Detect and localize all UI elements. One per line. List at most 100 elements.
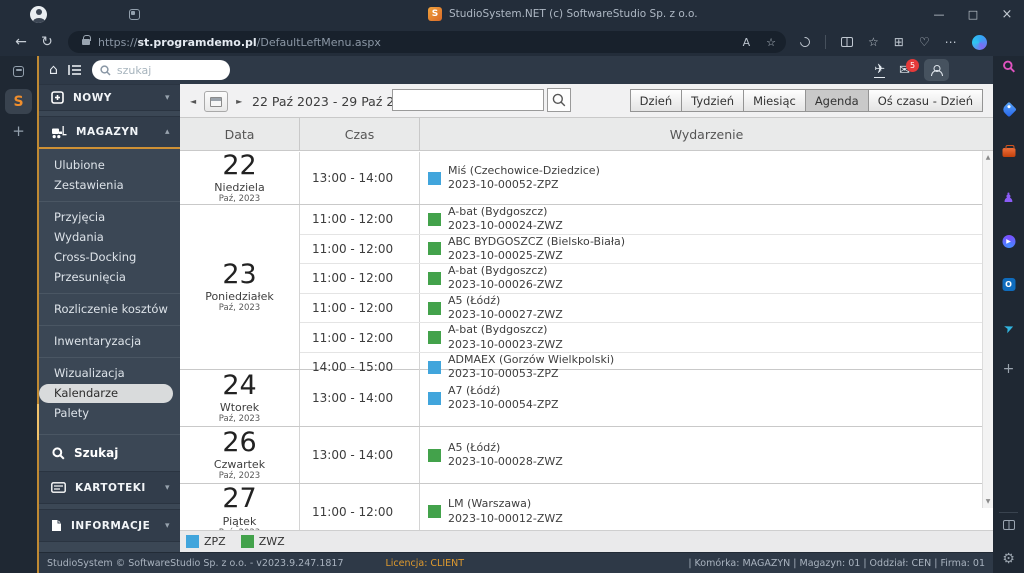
next-period-icon[interactable]: ► bbox=[234, 97, 244, 106]
user-account-button[interactable] bbox=[924, 59, 949, 81]
day-events: 13:00 - 14:00 A5 (Łódź) 2023-10-00028-ZWZ bbox=[300, 427, 993, 483]
view-button-dzie[interactable]: Dzień bbox=[629, 89, 683, 112]
global-search[interactable] bbox=[91, 60, 230, 80]
event-text: A-bat (Bydgoszcz) 2023-10-00023-ZWZ bbox=[448, 323, 563, 352]
menu-separator bbox=[39, 325, 180, 326]
refresh-icon[interactable]: ↻ bbox=[34, 34, 60, 50]
sidebar-item-przesuni-cia[interactable]: Przesunięcia bbox=[39, 268, 180, 287]
back-icon[interactable]: ← bbox=[8, 34, 34, 50]
date-cell: 22 Niedziela Paź, 2023 bbox=[180, 152, 300, 204]
more-menu-icon[interactable]: ⋯ bbox=[945, 35, 957, 49]
close-button[interactable]: × bbox=[990, 0, 1024, 28]
event-search-button[interactable] bbox=[547, 88, 571, 112]
sidebar-item-inwentaryzacja[interactable]: Inwentaryzacja bbox=[39, 332, 180, 351]
sidebar-item-cross-docking[interactable]: Cross-Docking bbox=[39, 248, 180, 267]
sidebar-section-nowy[interactable]: NOWY ▾ bbox=[39, 84, 180, 111]
browser-tab[interactable]: S StudioSystem.NET (c) SoftwareStudio Sp… bbox=[428, 7, 698, 21]
agenda-event-row[interactable]: 11:00 - 12:00 A5 (Łódź) 2023-10-00027-ZWZ bbox=[300, 293, 993, 324]
add-sidebar-app-icon[interactable]: + bbox=[1003, 361, 1015, 377]
agenda-event-row[interactable]: 13:00 - 14:00 A7 (Łódź) 2023-10-00054-ZPZ bbox=[300, 370, 993, 426]
date-picker-button[interactable] bbox=[204, 91, 229, 112]
shopping-icon[interactable] bbox=[1000, 101, 1017, 118]
workspace-icon[interactable] bbox=[129, 8, 140, 20]
event-cell: A-bat (Bydgoszcz) 2023-10-00023-ZWZ bbox=[420, 323, 993, 352]
sidebar-panel-icon[interactable] bbox=[1002, 520, 1015, 530]
tab-list-icon[interactable] bbox=[13, 66, 24, 77]
copilot-icon[interactable] bbox=[971, 34, 987, 50]
outlook-icon[interactable]: O bbox=[1002, 278, 1015, 291]
sidebar-item-zestawienia[interactable]: Zestawienia bbox=[39, 176, 180, 195]
sidebar-item-rozliczenie-koszt-w[interactable]: Rozliczenie kosztów bbox=[39, 300, 180, 319]
date-my: Paź, 2023 bbox=[218, 194, 261, 205]
sidebar-item-wydania[interactable]: Wydania bbox=[39, 228, 180, 247]
agenda-event-row[interactable]: 11:00 - 12:00 LM (Warszawa) 2023-10-00012-… bbox=[300, 484, 993, 530]
sidebar-item-kalendarze[interactable]: Kalendarze bbox=[39, 384, 173, 403]
agenda-event-row[interactable]: 13:00 - 14:00 Miś (Czechowice-Dziedzice) 2… bbox=[300, 152, 993, 204]
context-info-text: | Komórka: MAGAZYN | Magazyn: 01 | Oddzi… bbox=[688, 557, 985, 569]
calendar-panel: ◄ ► 22 Paź 2023 - 29 Paź 2023 Dzień Tydzi… bbox=[180, 84, 993, 552]
event-cell: A7 (Łódź) 2023-10-00054-ZPZ bbox=[420, 370, 993, 426]
event-title: A-bat (Bydgoszcz) bbox=[448, 205, 548, 218]
scroll-up-icon[interactable]: ▲ bbox=[986, 151, 991, 164]
legend-color-icon bbox=[186, 535, 199, 548]
agenda-event-row[interactable]: 11:00 - 12:00 A-bat (Bydgoszcz) 2023-10-00… bbox=[300, 323, 993, 353]
sidebar-section-magazyn[interactable]: MAGAZYN ▴ bbox=[39, 116, 180, 149]
sidebar-section-kartoteki[interactable]: KARTOTEKI ▾ bbox=[39, 471, 180, 504]
favorite-star-icon[interactable]: ☆ bbox=[766, 36, 776, 49]
copyright-version-text: StudioSystem © SoftwareStudio Sp. z o.o.… bbox=[47, 557, 344, 569]
extensions-icon[interactable] bbox=[797, 34, 813, 50]
tab-favicon-icon: S bbox=[428, 7, 442, 21]
prev-period-icon[interactable]: ◄ bbox=[188, 97, 198, 106]
collections-icon[interactable]: ⊞ bbox=[894, 35, 904, 49]
event-search-input[interactable] bbox=[392, 89, 544, 111]
agenda-event-row[interactable]: 11:00 - 12:00 A-bat (Bydgoszcz) 2023-10-00… bbox=[300, 264, 993, 294]
sidebar-item-palety[interactable]: Palety bbox=[39, 404, 180, 423]
date-num: 27 bbox=[222, 483, 257, 515]
agenda-event-row[interactable]: 13:00 - 14:00 A5 (Łódź) 2023-10-00028-ZWZ bbox=[300, 427, 993, 483]
split-screen-icon[interactable] bbox=[841, 37, 853, 47]
read-aloud-icon[interactable]: A bbox=[743, 36, 751, 49]
home-icon[interactable]: ⌂ bbox=[49, 62, 58, 78]
tools-icon[interactable] bbox=[1002, 145, 1015, 157]
media-icon[interactable]: ▶ bbox=[1002, 235, 1015, 248]
sidebar-item-szukaj[interactable]: Szukaj bbox=[39, 441, 180, 465]
sidebar-item-przyj-cia[interactable]: Przyjęcia bbox=[39, 208, 180, 227]
sidebar-item-ulubione[interactable]: Ulubione bbox=[39, 156, 180, 175]
agenda-event-row[interactable]: 11:00 - 12:00 ABC BYDGOSZCZ (Bielsko-Biał… bbox=[300, 234, 993, 265]
event-type-color-icon bbox=[428, 271, 441, 285]
event-title: ABC BYDGOSZCZ (Bielsko-Biała) bbox=[448, 234, 626, 248]
event-time: 13:00 - 14:00 bbox=[300, 427, 420, 483]
day-events: 13:00 - 14:00 Miś (Czechowice-Dziedzice) 2… bbox=[300, 152, 993, 204]
sidebar-search-icon[interactable] bbox=[1002, 60, 1015, 73]
sidebar-item-wizualizacja[interactable]: Wizualizacja bbox=[39, 364, 180, 383]
active-tab[interactable]: S bbox=[5, 89, 32, 114]
event-text: A-bat (Bydgoszcz) 2023-10-00026-ZWZ bbox=[448, 264, 563, 293]
url-bar[interactable]: https://st.programdemo.pl/DefaultLeftMen… bbox=[68, 31, 786, 53]
settings-gear-icon[interactable]: ⚙ bbox=[1002, 551, 1015, 567]
global-search-input[interactable] bbox=[116, 63, 207, 77]
favorites-icon[interactable]: ☆ bbox=[868, 35, 879, 49]
mail-badge: 5 bbox=[906, 58, 919, 72]
messages-icon[interactable]: ✉ 5 bbox=[899, 58, 919, 78]
maximize-button[interactable]: □ bbox=[956, 0, 990, 28]
view-button-agenda[interactable]: Agenda bbox=[805, 89, 869, 112]
view-button-tydzie[interactable]: Tydzień bbox=[682, 89, 745, 112]
menu-separator bbox=[39, 434, 180, 435]
games-icon[interactable]: ♟ bbox=[1003, 191, 1015, 206]
event-code: 2023-10-00028-ZWZ bbox=[448, 455, 563, 468]
shipments-icon[interactable]: ✈ bbox=[874, 63, 886, 78]
outline-menu-icon[interactable] bbox=[68, 64, 82, 76]
drop-icon[interactable]: ➤ bbox=[1001, 320, 1016, 337]
view-button-miesi-c[interactable]: Miesiąc bbox=[744, 89, 806, 112]
browser-profile-avatar[interactable] bbox=[30, 5, 47, 23]
browser-essentials-icon[interactable]: ♡ bbox=[919, 35, 930, 49]
day-group-23: 23 Poniedziałek Paź, 2023 11:00 - 12:00 A-ba… bbox=[180, 205, 993, 382]
new-tab-button[interactable]: + bbox=[12, 122, 25, 140]
agenda-event-row[interactable]: 11:00 - 12:00 A-bat (Bydgoszcz) 2023-10-00… bbox=[300, 205, 993, 235]
scroll-down-icon[interactable]: ▼ bbox=[986, 495, 991, 508]
sidebar-section-informacje[interactable]: INFORMACJE ▾ bbox=[39, 509, 180, 542]
minimize-button[interactable]: — bbox=[922, 0, 956, 28]
calendar-toolbar: ◄ ► 22 Paź 2023 - 29 Paź 2023 Dzień Tydzi… bbox=[180, 84, 993, 117]
view-button-o-czasu-dzie[interactable]: Oś czasu - Dzień bbox=[868, 89, 983, 112]
vertical-scrollbar[interactable]: ▲ ▼ bbox=[982, 151, 993, 508]
